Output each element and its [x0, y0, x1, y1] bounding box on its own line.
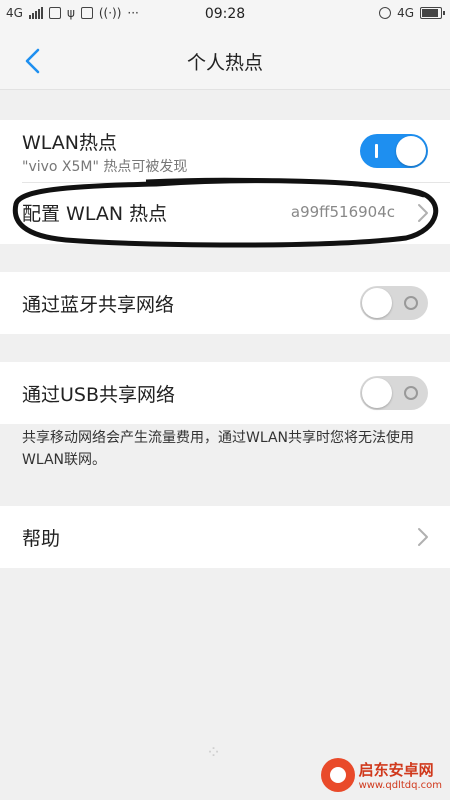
watermark-text: 启东安卓网 www.qdltdq.com — [359, 759, 442, 791]
chevron-right-icon — [418, 528, 428, 546]
toggle-off-mark-icon — [404, 386, 418, 400]
network-type-right: 4G — [397, 6, 414, 20]
toggle-on-mark-icon — [375, 144, 378, 158]
wlan-hotspot-toggle[interactable] — [360, 134, 428, 168]
alarm-icon — [379, 7, 392, 19]
configure-wlan-row[interactable]: 配置 WLAN 热点 a99ff516904c — [0, 183, 450, 244]
usb-section: 通过USB共享网络 — [0, 362, 450, 424]
help-section: 帮助 — [0, 506, 450, 568]
configure-wlan-title: 配置 WLAN 热点 — [22, 203, 168, 225]
toggle-knob — [396, 136, 426, 166]
wlan-hotspot-title: WLAN热点 — [22, 132, 118, 154]
bluetooth-share-title: 通过蓝牙共享网络 — [22, 294, 175, 316]
toggle-knob — [362, 378, 392, 408]
watermark-logo-icon — [320, 758, 355, 792]
bluetooth-share-row[interactable]: 通过蓝牙共享网络 — [0, 272, 450, 334]
hotspot-section: WLAN热点 "vivo X5M" 热点可被发现 配置 WLAN 热点 a99f… — [0, 120, 450, 244]
data-usage-note: 共享移动网络会产生流量费用，通过WLAN共享时您将无法使用WLAN联网。 — [22, 430, 415, 468]
help-title: 帮助 — [22, 528, 61, 550]
faint-dots-mark: ⁘ — [206, 742, 224, 763]
page-title: 个人热点 — [186, 52, 263, 74]
chevron-right-icon — [418, 204, 428, 222]
wlan-hotspot-row[interactable]: WLAN热点 "vivo X5M" 热点可被发现 — [0, 120, 450, 182]
toggle-off-mark-icon — [404, 296, 418, 310]
bluetooth-section: 通过蓝牙共享网络 — [0, 272, 450, 334]
bluetooth-share-toggle[interactable] — [360, 286, 428, 320]
toggle-knob — [362, 288, 392, 318]
help-row[interactable]: 帮助 — [0, 506, 450, 568]
watermark-url: www.qdltdq.com — [358, 780, 442, 791]
wlan-hotspot-subtitle: "vivo X5M" 热点可被发现 — [22, 159, 188, 175]
watermark-name: 启东安卓网 — [358, 761, 434, 779]
usb-share-toggle[interactable] — [360, 376, 428, 410]
status-bar: 4G ψ ((·)) ··· 09:28 4G — [0, 0, 450, 30]
title-bar: 个人热点 — [0, 30, 450, 90]
battery-icon — [420, 7, 445, 19]
hotspot-ssid-value: a99ff516904c — [290, 203, 395, 221]
status-bar-right: 4G — [379, 6, 445, 20]
site-watermark: 启东安卓网 www.qdltdq.com — [320, 758, 442, 792]
usb-share-title: 通过USB共享网络 — [22, 384, 176, 406]
usb-share-row[interactable]: 通过USB共享网络 — [0, 362, 450, 424]
